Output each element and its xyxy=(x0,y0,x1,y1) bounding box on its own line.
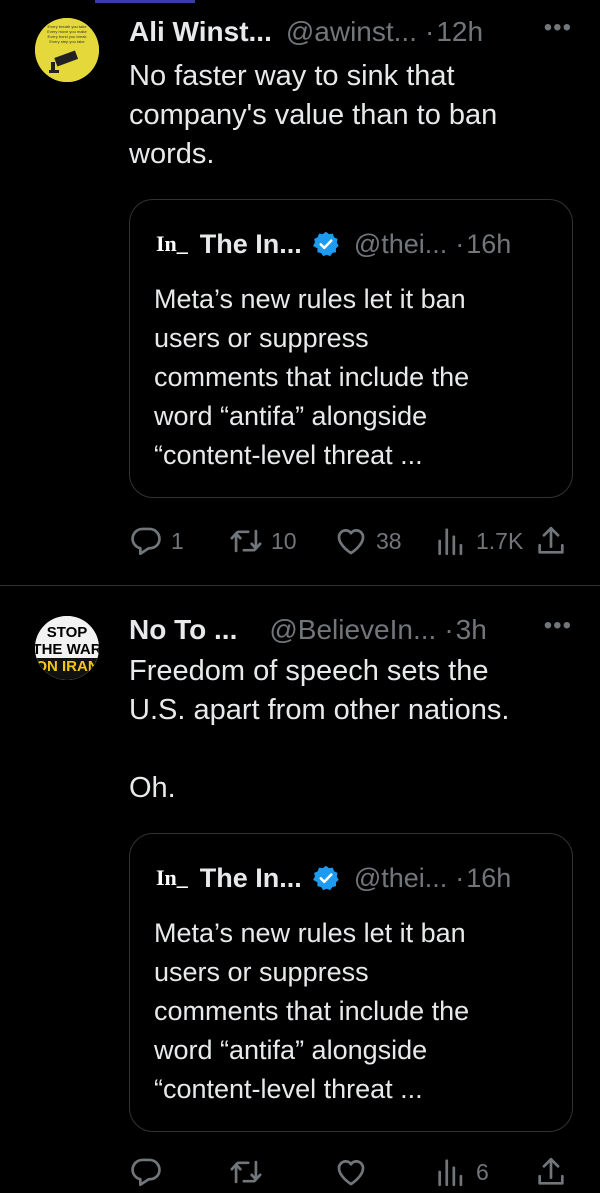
tweet-text-line: No faster way to sink that xyxy=(129,60,455,92)
quoted-author-handle[interactable]: @thei... xyxy=(354,229,447,260)
more-icon[interactable]: ••• xyxy=(544,612,572,640)
reply-button[interactable]: 1 xyxy=(129,521,184,561)
tweet-text-line xyxy=(129,730,569,769)
views-icon xyxy=(438,528,463,556)
repost-button[interactable] xyxy=(229,1152,271,1192)
quoted-text-line: Meta’s new rules let it ban xyxy=(154,918,466,948)
separator-dot: · xyxy=(425,16,435,47)
avatar[interactable]: Every breath you take Every move you mak… xyxy=(35,18,99,82)
share-icon xyxy=(538,1157,564,1185)
avatar-caption: ON IRAN xyxy=(35,658,98,675)
tweet-text-line: words. xyxy=(129,138,215,170)
tweet[interactable]: STOP THE WAR ON IRAN No To ... @BelieveI… xyxy=(0,586,600,1193)
quoted-tweet-text: Meta’s new rules let it ban users or sup… xyxy=(154,280,554,475)
quoted-text-line: users or suppress xyxy=(154,323,369,353)
author-name[interactable]: No To ... xyxy=(129,614,237,646)
like-icon xyxy=(337,1160,365,1186)
action-bar: 1 10 38 1.7K xyxy=(129,521,572,561)
like-count: 38 xyxy=(376,527,402,554)
like-icon xyxy=(337,529,365,555)
tweet-text-line: company's value than to ban xyxy=(129,99,498,131)
repost-count: 10 xyxy=(271,527,297,554)
quoted-tweet[interactable]: In_ The In... @thei... · 16h Meta’s new … xyxy=(129,199,573,498)
views-button[interactable]: 6 xyxy=(434,1152,489,1192)
quoted-author-name[interactable]: The In... xyxy=(200,863,302,894)
repost-icon xyxy=(230,1160,262,1184)
separator-dot: · xyxy=(444,614,454,645)
quoted-tweet[interactable]: In_ The In... @thei... · 16h Meta’s new … xyxy=(129,833,573,1132)
tweet-text-line: Oh. xyxy=(129,772,176,804)
views-button[interactable]: 1.7K xyxy=(434,521,523,561)
avatar[interactable]: STOP THE WAR ON IRAN xyxy=(35,616,99,680)
tweet-text-line: U.S. apart from other nations. xyxy=(129,694,510,726)
avatar-caption: STOP xyxy=(47,624,88,641)
quoted-avatar-logo[interactable]: In_ xyxy=(156,231,188,257)
quoted-tweet-header: In_ The In... @thei... · 16h xyxy=(156,858,552,898)
like-button[interactable]: 38 xyxy=(334,521,402,561)
tweet-header: No To ... @BelieveIn... · 3h ••• xyxy=(129,612,572,648)
quoted-author-handle[interactable]: @thei... xyxy=(354,863,447,894)
quoted-avatar-logo[interactable]: In_ xyxy=(156,865,188,891)
tweet-header: Ali Winst... @awinst... · 12h ••• xyxy=(129,14,572,50)
quoted-author-name[interactable]: The In... xyxy=(200,229,302,260)
avatar-caption: Every step you take xyxy=(49,39,85,44)
share-button[interactable] xyxy=(534,1152,568,1192)
action-bar: 6 xyxy=(129,1152,572,1192)
quoted-text-line: comments that include the xyxy=(154,362,470,392)
avatar-caption: THE WAR xyxy=(35,641,99,658)
tweet-text-line: Freedom of speech sets the xyxy=(129,655,489,687)
separator-dot: · xyxy=(455,862,465,893)
reply-button[interactable] xyxy=(129,1152,171,1192)
like-button[interactable] xyxy=(334,1152,376,1192)
quoted-timestamp[interactable]: 16h xyxy=(466,863,511,894)
share-button[interactable] xyxy=(534,521,568,561)
reply-icon xyxy=(131,527,161,556)
quoted-text-line: “content-level threat ... xyxy=(154,440,423,470)
repost-button[interactable]: 10 xyxy=(229,521,297,561)
quoted-tweet-header: In_ The In... @thei... · 16h xyxy=(156,224,552,264)
author-handle[interactable]: @BelieveIn... xyxy=(269,614,436,646)
timestamp[interactable]: 3h xyxy=(456,614,487,646)
quoted-text-line: Meta’s new rules let it ban xyxy=(154,284,466,314)
author-name[interactable]: Ali Winst... xyxy=(129,16,272,48)
reply-count: 1 xyxy=(171,527,184,554)
quoted-text-line: word “antifa” alongside xyxy=(154,1035,428,1065)
tweet-text: No faster way to sink that company's val… xyxy=(129,57,569,174)
verified-icon xyxy=(312,230,340,258)
views-count: 1.7K xyxy=(476,527,524,554)
repost-icon xyxy=(230,529,262,553)
quoted-text-line: comments that include the xyxy=(154,996,470,1026)
timestamp[interactable]: 12h xyxy=(436,16,483,48)
views-count: 6 xyxy=(476,1158,489,1185)
reply-icon xyxy=(131,1158,161,1187)
author-handle[interactable]: @awinst... xyxy=(286,16,417,48)
separator-dot: · xyxy=(455,228,465,259)
more-icon[interactable]: ••• xyxy=(544,14,572,42)
verified-icon xyxy=(312,864,340,892)
tweet[interactable]: Every breath you take Every move you mak… xyxy=(0,0,600,586)
quoted-text-line: word “antifa” alongside xyxy=(154,401,428,431)
quoted-text-line: “content-level threat ... xyxy=(154,1074,423,1104)
share-icon xyxy=(538,526,564,554)
quoted-tweet-text: Meta’s new rules let it ban users or sup… xyxy=(154,914,554,1109)
tweet-text: Freedom of speech sets the U.S. apart fr… xyxy=(129,652,569,808)
quoted-timestamp[interactable]: 16h xyxy=(466,229,511,260)
views-icon xyxy=(438,1159,463,1187)
quoted-text-line: users or suppress xyxy=(154,957,369,987)
